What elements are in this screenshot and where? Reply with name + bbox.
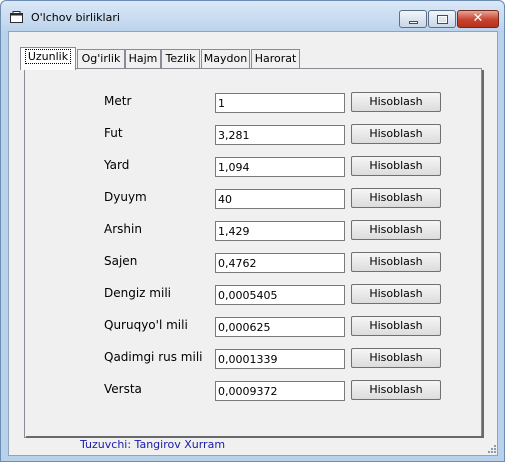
tab-uzunlik[interactable]: Uzunlik — [20, 47, 76, 70]
tab-label: Uzunlik — [24, 49, 72, 64]
value-field-sajen[interactable]: 0,4762 — [215, 253, 345, 273]
value-field-fut[interactable]: 3,281 — [215, 125, 345, 145]
tab-label: Harorat — [254, 52, 297, 65]
minimize-button[interactable] — [399, 10, 427, 28]
maximize-button[interactable] — [428, 10, 456, 28]
unit-label-quruqyol-mili: Quruqyo'l mili — [104, 318, 188, 332]
value-field-arshin[interactable]: 1,429 — [215, 221, 345, 241]
calculate-button-qadimgi-rus-mili[interactable]: Hisoblash — [351, 348, 441, 368]
resize-grip-icon[interactable] — [487, 444, 497, 454]
value-field-qadimgi-rus-mili[interactable]: 0,0001339 — [215, 349, 345, 369]
tab-ogirlik[interactable]: Og'irlik — [77, 49, 125, 68]
tab-label: Og'irlik — [81, 52, 121, 65]
unit-label-dengiz-mili: Dengiz mili — [104, 286, 171, 300]
window-title: O'lchov birliklari — [31, 11, 120, 24]
author-credit: Tuzuvchi: Tangirov Xurram — [80, 438, 226, 451]
calculate-button-versta[interactable]: Hisoblash — [351, 380, 441, 400]
tab-tezlik[interactable]: Tezlik — [161, 49, 200, 68]
tab-harorat[interactable]: Harorat — [251, 49, 300, 68]
calculate-button-arshin[interactable]: Hisoblash — [351, 220, 441, 240]
unit-label-sajen: Sajen — [104, 254, 138, 268]
tab-label: Hajm — [128, 52, 158, 65]
close-icon: ✕ — [472, 11, 484, 26]
calculate-button-dengiz-mili[interactable]: Hisoblash — [351, 284, 441, 304]
tab-maydon[interactable]: Maydon — [201, 49, 250, 68]
maximize-icon — [437, 15, 448, 24]
unit-label-yard: Yard — [104, 158, 130, 172]
value-field-versta[interactable]: 0,0009372 — [215, 381, 345, 401]
close-button[interactable]: ✕ — [457, 10, 499, 28]
calculate-button-quruqyol-mili[interactable]: Hisoblash — [351, 316, 441, 336]
unit-label-dyuym: Dyuym — [104, 190, 147, 204]
tab-label: Maydon — [203, 52, 248, 65]
tab-label: Tezlik — [165, 52, 196, 65]
unit-label-qadimgi-rus-mili: Qadimgi rus mili — [104, 350, 203, 364]
value-field-dengiz-mili[interactable]: 0,0005405 — [215, 285, 345, 305]
value-field-metr[interactable]: 1 — [215, 93, 345, 113]
tab-hajm[interactable]: Hajm — [125, 49, 161, 68]
title-bar[interactable]: O'lchov birliklari ✕ — [1, 1, 504, 31]
unit-label-metr: Metr — [104, 94, 132, 108]
calculate-button-metr[interactable]: Hisoblash — [351, 92, 441, 112]
calculate-button-fut[interactable]: Hisoblash — [351, 124, 441, 144]
unit-label-fut: Fut — [104, 126, 123, 140]
unit-label-arshin: Arshin — [104, 222, 142, 236]
minimize-icon — [409, 21, 418, 24]
calculate-button-dyuym[interactable]: Hisoblash — [351, 188, 441, 208]
value-field-dyuym[interactable]: 40 — [215, 189, 345, 209]
value-field-quruqyol-mili[interactable]: 0,000625 — [215, 317, 345, 337]
unit-label-versta: Versta — [104, 382, 142, 396]
value-field-yard[interactable]: 1,094 — [215, 157, 345, 177]
calculate-button-yard[interactable]: Hisoblash — [351, 156, 441, 176]
app-window-icon — [10, 11, 23, 23]
calculate-button-sajen[interactable]: Hisoblash — [351, 252, 441, 272]
